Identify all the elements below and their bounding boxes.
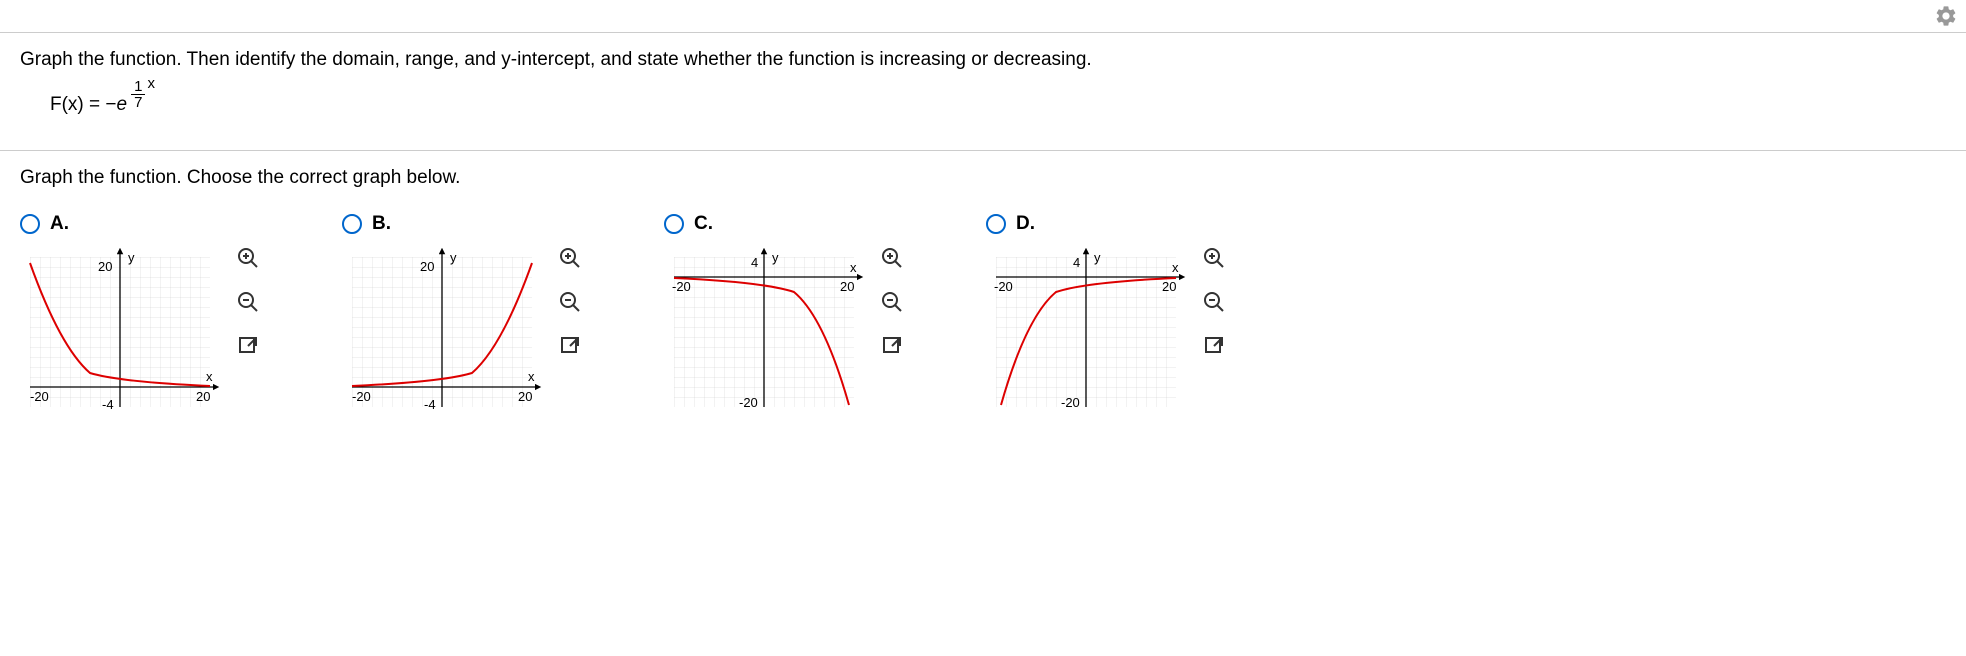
formula: F(x) = − e 1 7 x [50, 89, 1946, 120]
option-a: A. y [20, 213, 262, 417]
zoom-out-d[interactable] [1200, 291, 1228, 319]
option-a-label: A. [50, 213, 69, 235]
svg-text:4: 4 [1073, 255, 1080, 270]
zoom-in-icon [1202, 246, 1226, 276]
svg-text:y: y [772, 250, 779, 265]
option-b: B. y x 20 -20 20 -4 [342, 213, 584, 417]
svg-text:-20: -20 [994, 279, 1013, 294]
popout-icon [558, 334, 582, 364]
svg-text:x: x [850, 260, 857, 275]
zoom-in-icon [880, 246, 904, 276]
svg-text:-20: -20 [352, 389, 371, 404]
svg-text:4: 4 [751, 255, 758, 270]
formula-fraction: 1 7 [131, 79, 145, 110]
svg-text:x: x [206, 369, 213, 384]
formula-base: e [117, 94, 128, 116]
svg-text:20: 20 [98, 259, 112, 274]
radio-c[interactable] [664, 214, 684, 234]
zoom-out-icon [1202, 290, 1226, 320]
graph-b: y x 20 -20 20 -4 [342, 247, 542, 417]
svg-text:y: y [1094, 250, 1101, 265]
svg-text:y: y [450, 250, 457, 265]
popout-icon [880, 334, 904, 364]
zoom-out-icon [558, 290, 582, 320]
option-d: D. y x 4 -20 20 -20 [986, 213, 1228, 417]
svg-text:x: x [528, 369, 535, 384]
zoom-in-a[interactable] [234, 247, 262, 275]
option-d-label: D. [1016, 213, 1035, 235]
svg-text:y: y [128, 250, 135, 265]
popout-d[interactable] [1200, 335, 1228, 363]
popout-c[interactable] [878, 335, 906, 363]
svg-text:-20: -20 [1061, 395, 1080, 410]
popout-icon [236, 334, 260, 364]
svg-text:20: 20 [1162, 279, 1176, 294]
svg-text:-4: -4 [424, 397, 436, 412]
gear-icon [1934, 12, 1958, 33]
svg-text:-4: -4 [102, 397, 114, 412]
zoom-out-icon [236, 290, 260, 320]
zoom-out-a[interactable] [234, 291, 262, 319]
popout-a[interactable] [234, 335, 262, 363]
svg-text:20: 20 [840, 279, 854, 294]
formula-lhs: F(x) = − [50, 94, 117, 116]
svg-text:-20: -20 [672, 279, 691, 294]
zoom-in-icon [236, 246, 260, 276]
option-c: C. y x 4 -20 20 -20 [664, 213, 906, 417]
svg-text:-20: -20 [739, 395, 758, 410]
zoom-in-c[interactable] [878, 247, 906, 275]
radio-b[interactable] [342, 214, 362, 234]
question-text: Graph the function. Then identify the do… [20, 49, 1946, 71]
zoom-in-icon [558, 246, 582, 276]
svg-text:20: 20 [420, 259, 434, 274]
popout-icon [1202, 334, 1226, 364]
popout-b[interactable] [556, 335, 584, 363]
graph-a: y x 20 -20 20 -4 [20, 247, 220, 417]
zoom-in-b[interactable] [556, 247, 584, 275]
zoom-out-c[interactable] [878, 291, 906, 319]
zoom-out-icon [880, 290, 904, 320]
svg-text:20: 20 [518, 389, 532, 404]
option-c-label: C. [694, 213, 713, 235]
formula-exp-var: x [147, 75, 155, 92]
radio-d[interactable] [986, 214, 1006, 234]
svg-text:x: x [1172, 260, 1179, 275]
sub-question: Graph the function. Choose the correct g… [20, 167, 1946, 189]
radio-a[interactable] [20, 214, 40, 234]
graph-c: y x 4 -20 20 -20 [664, 247, 864, 417]
svg-text:-20: -20 [30, 389, 49, 404]
zoom-in-d[interactable] [1200, 247, 1228, 275]
zoom-out-b[interactable] [556, 291, 584, 319]
svg-text:20: 20 [196, 389, 210, 404]
option-b-label: B. [372, 213, 391, 235]
graph-d: y x 4 -20 20 -20 [986, 247, 1186, 417]
settings-button[interactable] [1934, 4, 1958, 34]
